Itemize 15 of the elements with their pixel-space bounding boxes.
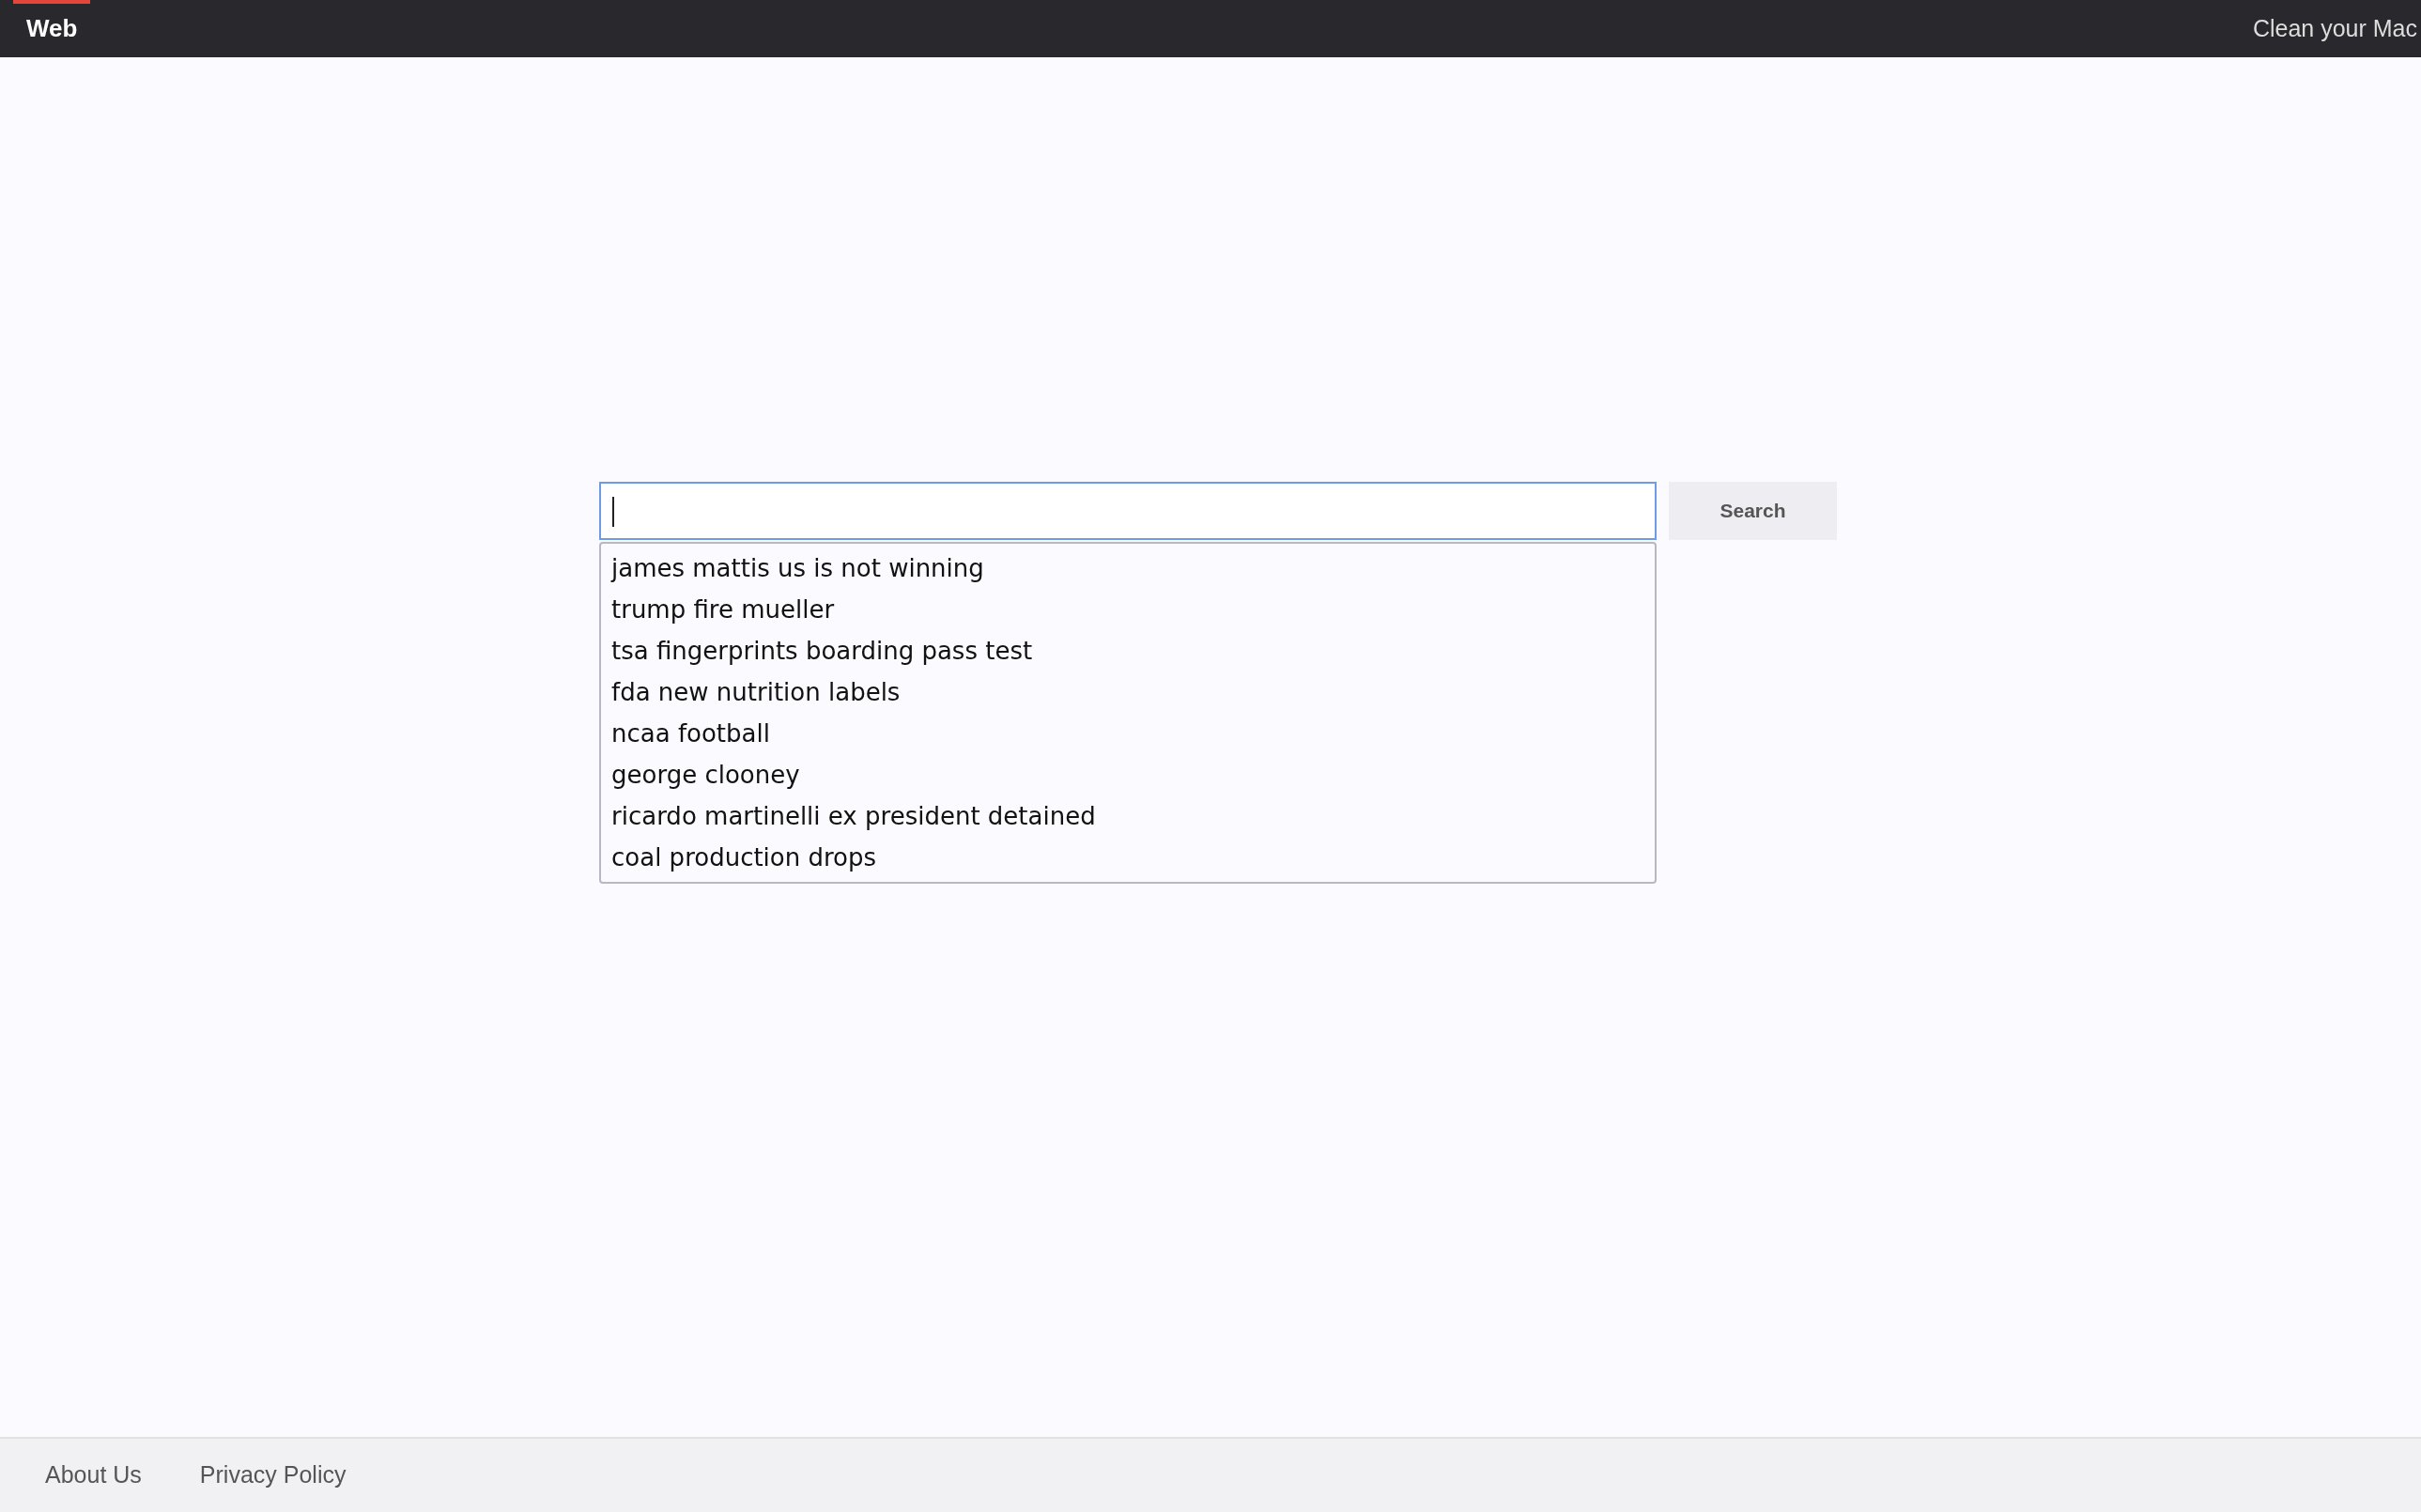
suggestion-item[interactable]: george clooney xyxy=(601,754,1655,795)
suggestion-item[interactable]: ncaa football xyxy=(601,713,1655,754)
suggestion-item[interactable]: ricardo martinelli ex president detained xyxy=(601,795,1655,837)
clean-mac-link[interactable]: Clean your Mac xyxy=(2252,10,2421,47)
suggestion-item[interactable]: coal production drops xyxy=(601,837,1655,878)
suggestion-item[interactable]: james mattis us is not winning xyxy=(601,548,1655,589)
suggestion-item[interactable]: tsa fingerprints boarding pass test xyxy=(601,630,1655,671)
suggestion-item[interactable]: fda new nutrition labels xyxy=(601,671,1655,713)
footer-link[interactable]: Privacy Policy xyxy=(199,1458,347,1493)
search-field[interactable] xyxy=(599,482,1657,540)
footer-link[interactable]: About Us xyxy=(45,1458,142,1493)
search-button[interactable]: Search xyxy=(1669,482,1837,540)
brand-link[interactable]: Web xyxy=(26,10,78,47)
text-cursor xyxy=(612,497,614,527)
suggestion-item[interactable]: trump fire mueller xyxy=(601,589,1655,630)
